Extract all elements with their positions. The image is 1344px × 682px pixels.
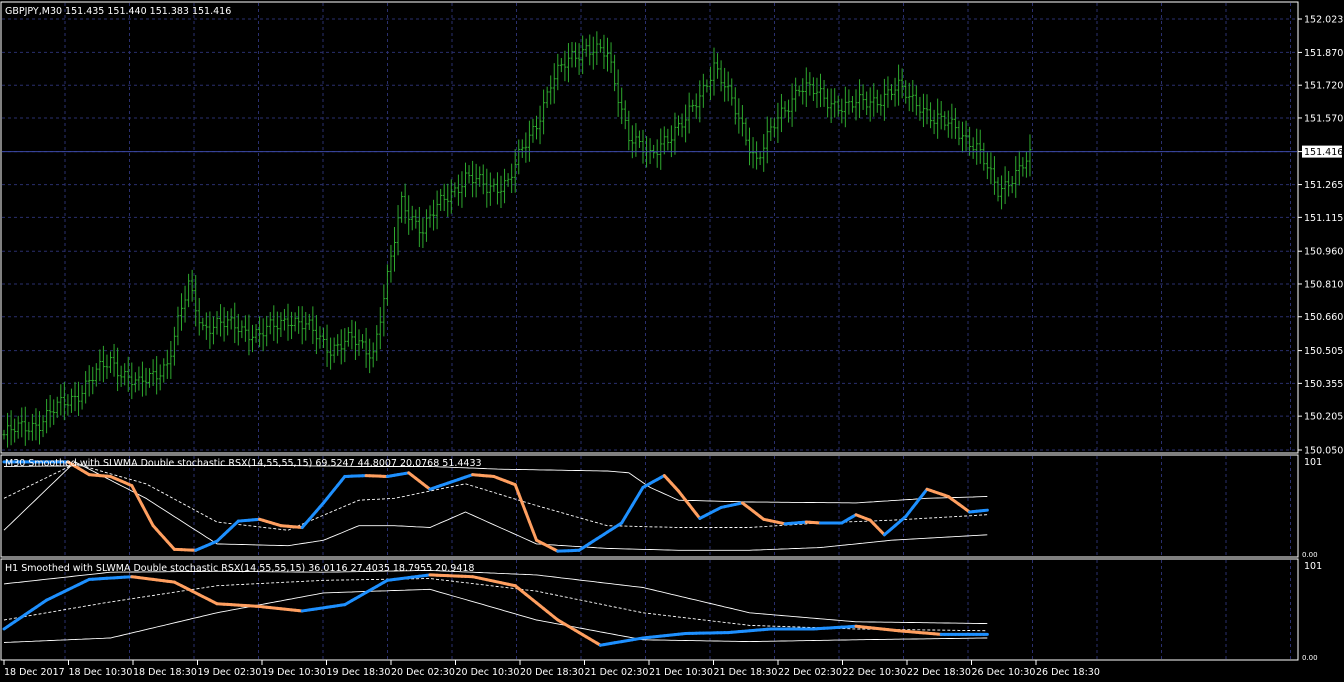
time-tick-label: 20 Dec 18:30 <box>520 667 584 678</box>
sub-panel-m30-grid <box>64 456 1291 556</box>
sub-panel-m30-header: M30 Smoothed with SLWMA Double stochasti… <box>5 458 482 469</box>
upper-band <box>3 465 988 504</box>
time-tick-label: 21 Dec 18:30 <box>714 667 778 678</box>
middle-band <box>3 578 988 632</box>
price-tick-label: 150.505 <box>1304 346 1343 357</box>
price-tick-label: 150.810 <box>1304 279 1343 290</box>
price-tick-label: 151.265 <box>1304 180 1343 191</box>
main-grid <box>2 3 1297 452</box>
osc-tick-label-bottom: 0.00 <box>1302 551 1318 559</box>
time-tick-label: 18 Dec 10:30 <box>69 667 133 678</box>
time-tick-label: 18 Dec 2017 <box>4 667 65 678</box>
sub-panel-h1-lines <box>2 569 989 647</box>
time-tick-label: 26 Dec 10:30 <box>972 667 1036 678</box>
sub-panel-h1-frame <box>0 558 1299 661</box>
price-tick-label: 150.205 <box>1304 412 1343 423</box>
sub-panel-m30-frame <box>0 454 1299 558</box>
trading-chart[interactable]: 152.023 151.870 151.720 151.570 151.416 151.2… <box>0 0 1344 682</box>
price-tick-label: 150.050 <box>1304 446 1343 457</box>
price-tick-label: 150.960 <box>1304 247 1343 258</box>
price-tick-label: 151.870 <box>1304 48 1343 59</box>
sub-panel-h1-header: H1 Smoothed with SLWMA Double stochastic… <box>5 563 474 574</box>
time-tick-label: 21 Dec 10:30 <box>649 667 713 678</box>
price-tick-label: 152.023 <box>1304 15 1343 26</box>
sub-panel-h1-grid <box>64 560 1291 659</box>
osc-tick-label-bottom: 0.00 <box>1302 654 1318 662</box>
time-tick-label: 20 Dec 02:30 <box>391 667 455 678</box>
time-tick-label: 22 Dec 10:30 <box>843 667 907 678</box>
time-tick-label: 21 Dec 02:30 <box>585 667 649 678</box>
last-price-label: 151.416 <box>1304 147 1343 158</box>
sub-panel-m30-axis: 101 0.00 <box>1302 457 1322 559</box>
time-tick-label: 19 Dec 02:30 <box>198 667 262 678</box>
price-tick-label: 150.660 <box>1304 312 1343 323</box>
price-tick-label: 150.355 <box>1304 379 1343 390</box>
sub-panel-m30[interactable]: 101 0.00 M30 Smoothed with SLWMA Double s… <box>0 454 1322 559</box>
time-tick-label: 20 Dec 10:30 <box>456 667 520 678</box>
osc-tick-label-top: 101 <box>1304 457 1322 468</box>
price-tick-label: 151.570 <box>1304 113 1343 124</box>
osc-tick-label-top: 101 <box>1304 561 1322 572</box>
time-tick-label: 18 Dec 18:30 <box>133 667 197 678</box>
time-tick-label: 19 Dec 18:30 <box>327 667 391 678</box>
time-tick-label: 19 Dec 10:30 <box>262 667 326 678</box>
price-tick-label: 151.720 <box>1304 81 1343 92</box>
time-axis: 18 Dec 2017 18 Dec 10:30 18 Dec 18:30 19 De… <box>3 660 1100 678</box>
time-tick-label: 22 Dec 02:30 <box>778 667 842 678</box>
lower-band <box>3 588 988 643</box>
price-axis: 152.023 151.870 151.720 151.570 151.416 151.2… <box>1298 15 1343 457</box>
sub-panel-m30-lines <box>2 460 989 553</box>
sub-panel-h1[interactable]: 101 0.00 H1 Smoothed with SLWMA Double st… <box>0 558 1322 662</box>
lower-band <box>3 461 988 551</box>
time-tick-label: 26 Dec 18:30 <box>1036 667 1100 678</box>
price-tick-label: 151.115 <box>1304 213 1343 224</box>
main-panel-frame <box>0 1 1299 454</box>
main-panel[interactable]: 152.023 151.870 151.720 151.570 151.416 151.2… <box>0 1 1343 457</box>
main-header: GBPJPY,M30 151.435 151.440 151.383 151.4… <box>5 6 231 17</box>
sub-panel-h1-axis: 101 0.00 <box>1302 561 1322 662</box>
time-tick-label: 22 Dec 18:30 <box>907 667 971 678</box>
